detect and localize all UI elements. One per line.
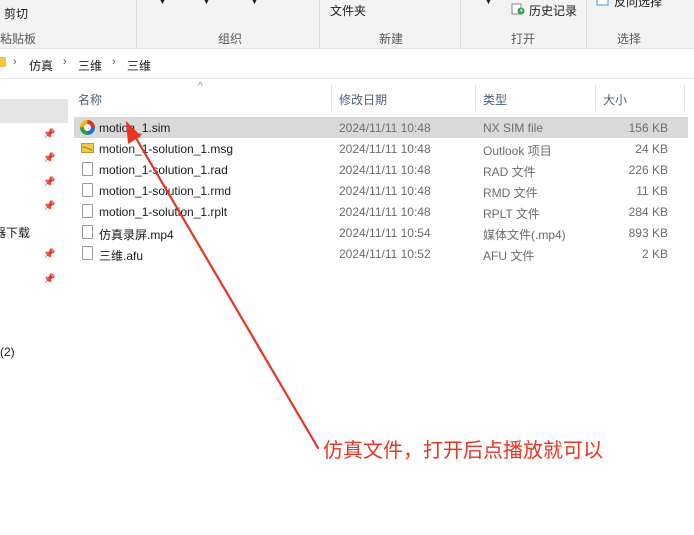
file-size: 11 KB [636,184,668,198]
file-name[interactable]: motion_1-solution_1.rad [99,163,228,177]
file-type: RAD 文件 [483,165,536,179]
ribbon: 剪切 粘贴板 ▼ ▼ ▼ 组织 文件夹 新建 ▼ 历史记录 打开 反向选择 选择 [0,0,694,49]
new-group-label: 新建 [379,32,404,46]
chevron-right-icon[interactable]: › [13,56,17,68]
chevron-down-icon[interactable]: ▼ [484,0,493,6]
column-divider[interactable] [475,84,476,110]
file-date: 2024/11/11 10:48 [339,142,431,156]
file-date: 2024/11/11 10:48 [339,163,431,177]
chevron-down-icon[interactable]: ▼ [202,0,211,6]
column-size[interactable]: 大小 [603,91,627,108]
pin-icon[interactable]: 📌 [43,249,55,260]
chevron-right-icon[interactable]: › [63,56,67,68]
file-type: RPLT 文件 [483,207,540,221]
cut-button[interactable]: 剪切 [4,5,28,22]
file-icon [82,246,93,260]
table-row[interactable]: 三维.afu 2024/11/11 10:52 AFU 文件 2 KB [74,243,688,264]
clipboard-group-label: 粘贴板 [0,32,37,46]
ribbon-divider [460,0,461,48]
column-date[interactable]: 修改日期 [339,91,387,108]
ribbon-divider [319,0,320,48]
navigation-pane: 📌 📌 📌 📌 器下载 📌 📌 (2) [0,79,68,535]
nav-item-download[interactable]: 器下载 [0,224,30,241]
invert-selection-button[interactable]: 反向选择 [614,0,662,10]
address-bar[interactable]: › 仿真 › 三维 › 三维 [0,49,694,79]
file-size: 893 KB [628,226,668,240]
breadcrumb-item[interactable]: 三维 [127,57,151,74]
history-button[interactable]: 历史记录 [529,2,577,19]
file-type: Outlook 项目 [483,144,552,158]
folder-icon [0,57,6,67]
new-folder-button[interactable]: 文件夹 [330,2,366,19]
open-group-label: 打开 [511,32,536,46]
file-date: 2024/11/11 10:54 [339,226,431,240]
table-row[interactable]: motion_1-solution_1.rplt 2024/11/11 10:4… [74,201,688,222]
chevron-down-icon[interactable]: ▼ [250,0,259,6]
pin-icon[interactable]: 📌 [43,201,55,212]
invert-selection-icon [596,0,609,6]
pin-icon[interactable]: 📌 [43,129,55,140]
column-divider[interactable] [595,84,596,110]
file-type: 媒体文件(.mp4) [483,228,566,242]
file-name[interactable]: motion_1.sim [99,121,170,135]
column-divider[interactable] [684,84,685,110]
file-type: RMD 文件 [483,186,538,200]
breadcrumb-item[interactable]: 仿真 [29,57,53,74]
file-size: 226 KB [628,163,668,177]
column-name[interactable]: 名称 [78,91,102,108]
file-size: 284 KB [628,205,668,219]
select-group-label: 选择 [617,32,642,46]
file-type: AFU 文件 [483,249,535,263]
file-size: 2 KB [641,247,668,261]
file-name[interactable]: 仿真录屏.mp4 [99,226,174,243]
table-row[interactable]: 仿真录屏.mp4 2024/11/11 10:54 媒体文件(.mp4) 893… [74,222,688,243]
file-name[interactable]: motion_1-solution_1.msg [99,142,233,156]
file-name[interactable]: 三维.afu [99,247,143,264]
ribbon-divider [586,0,587,48]
file-date: 2024/11/11 10:48 [339,205,431,219]
column-header: ^ 名称 修改日期 类型 大小 [68,81,694,110]
sort-ascending-icon: ^ [198,81,203,92]
file-icon [82,225,93,239]
organize-group-label: 组织 [218,32,243,46]
nav-item-count[interactable]: (2) [0,345,15,359]
breadcrumb-item[interactable]: 三维 [78,57,102,74]
table-row[interactable]: motion_1-solution_1.msg 2024/11/11 10:48… [74,138,688,159]
file-size: 156 KB [628,121,668,135]
column-type[interactable]: 类型 [483,91,507,108]
file-icon [82,204,93,218]
ribbon-divider [136,0,137,48]
history-icon [511,3,525,15]
file-icon [82,183,93,197]
pin-icon[interactable]: 📌 [43,177,55,188]
pin-icon[interactable]: 📌 [43,274,55,285]
file-size: 24 KB [635,142,668,156]
file-name[interactable]: motion_1-solution_1.rplt [99,205,227,219]
table-row[interactable]: motion_1-solution_1.rmd 2024/11/11 10:48… [74,180,688,201]
file-name[interactable]: motion_1-solution_1.rmd [99,184,231,198]
file-icon [82,162,93,176]
pin-icon[interactable]: 📌 [43,153,55,164]
nav-selected-item[interactable] [0,99,68,123]
nx-sim-icon [80,120,95,135]
file-date: 2024/11/11 10:48 [339,184,431,198]
table-row[interactable]: motion_1.sim 2024/11/11 10:48 NX SIM fil… [74,117,688,138]
mail-icon [81,143,94,153]
annotation-text: 仿真文件，打开后点播放就可以 [323,440,603,462]
chevron-right-icon[interactable]: › [112,56,116,68]
file-date: 2024/11/11 10:48 [339,121,431,135]
table-row[interactable]: motion_1-solution_1.rad 2024/11/11 10:48… [74,159,688,180]
file-date: 2024/11/11 10:52 [339,247,431,261]
chevron-down-icon[interactable]: ▼ [158,0,167,6]
column-divider[interactable] [331,84,332,110]
file-type: NX SIM file [483,121,544,135]
